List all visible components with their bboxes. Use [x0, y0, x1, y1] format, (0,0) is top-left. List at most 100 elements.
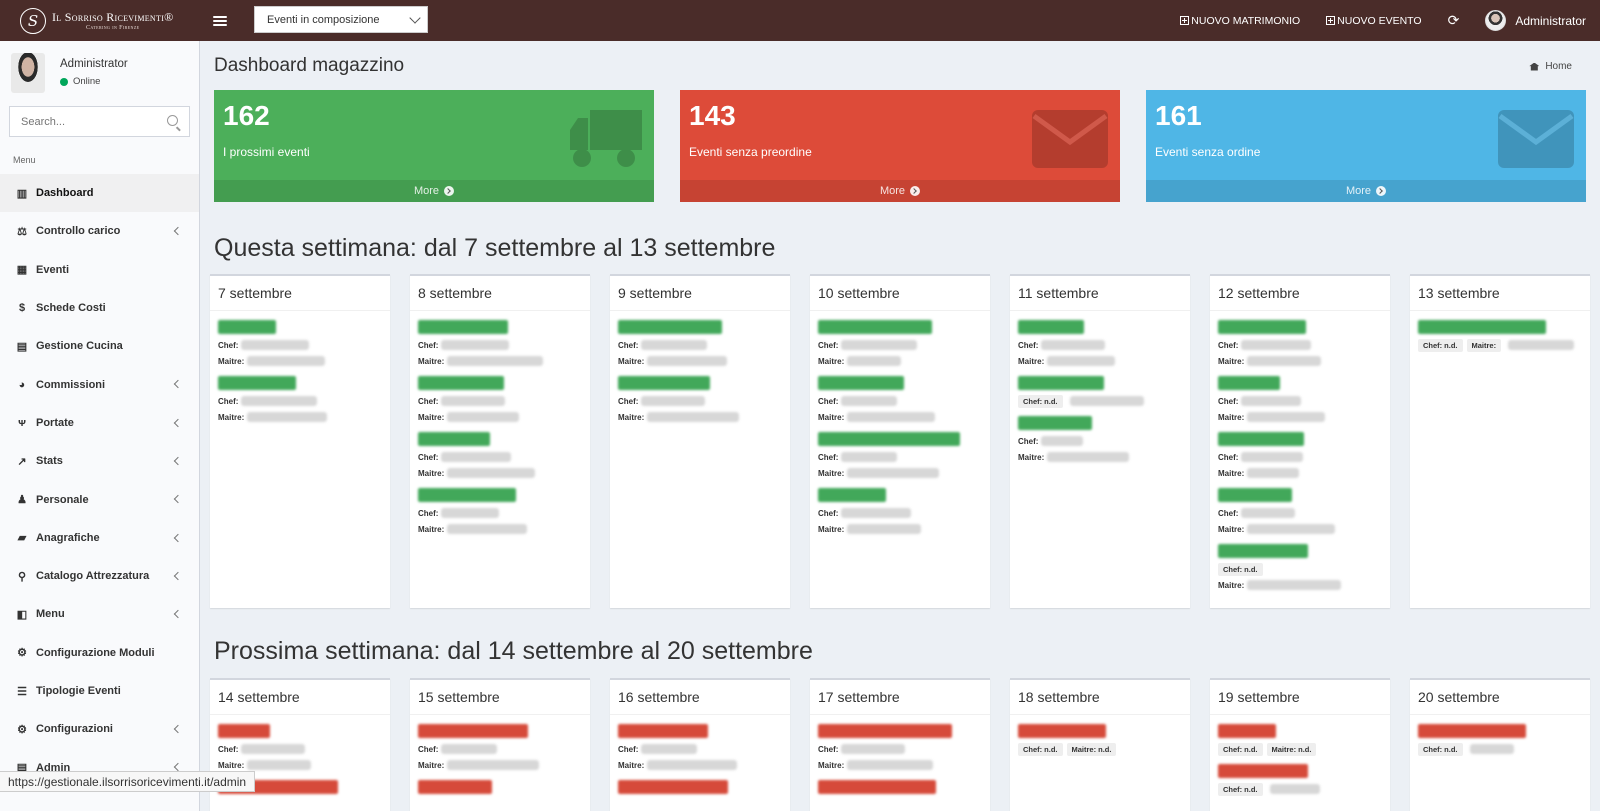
event-name-link[interactable]	[218, 724, 270, 738]
role-tag-label: Chef:	[1423, 340, 1443, 350]
event-name-link[interactable]	[818, 724, 952, 738]
new-event-button[interactable]: NUOVO EVENTO	[1326, 15, 1422, 27]
event-name-link[interactable]	[618, 320, 722, 334]
sidebar-nav: ▥ Dashboard ⚖ Controllo carico ▦ Eventi $ Sched…	[0, 174, 199, 787]
event-name-link[interactable]	[1218, 432, 1304, 446]
sidebar-item-controllo-carico[interactable]: ⚖ Controllo carico	[0, 212, 199, 250]
sidebar-item-eventi[interactable]: ▦ Eventi	[0, 251, 199, 289]
event-name-link[interactable]	[1018, 724, 1106, 738]
event-detail-row: Chef:	[818, 337, 982, 353]
maitre-label: Maitre:	[218, 412, 245, 422]
sidebar-item-dashboard[interactable]: ▥ Dashboard	[0, 174, 199, 213]
event-detail-row: Maitre:	[818, 757, 982, 773]
event-item: Chef: n.d. Maitre:	[1418, 320, 1582, 353]
event-name-link[interactable]	[418, 488, 516, 502]
event-name-link[interactable]	[618, 724, 708, 738]
maitre-label: Maitre:	[818, 356, 845, 366]
redacted-value	[241, 744, 306, 754]
redacted-value	[247, 356, 326, 366]
event-name-link[interactable]	[1018, 416, 1092, 430]
sidebar-item-label: Anagrafiche	[36, 531, 100, 544]
event-name-link[interactable]	[1218, 544, 1308, 558]
event-name-link[interactable]	[618, 780, 728, 794]
redacted-value	[841, 508, 912, 518]
breadcrumb[interactable]: Home	[1529, 61, 1572, 72]
event-name-link[interactable]	[218, 320, 276, 334]
maitre-label: Maitre:	[618, 760, 645, 770]
event-item: Chef: Maitre:	[618, 724, 782, 773]
event-name-link[interactable]	[418, 780, 492, 794]
event-detail-row: Chef: n.d.	[1218, 561, 1382, 577]
more-link[interactable]: More	[680, 180, 1120, 202]
event-name-link[interactable]	[618, 376, 710, 390]
sidebar-toggle-icon[interactable]	[213, 15, 227, 26]
sidebar-item-anagrafiche[interactable]: ▰ Anagrafiche	[0, 519, 199, 557]
event-name-link[interactable]	[1218, 488, 1292, 502]
day-card: 8 settembre Chef: Maitre: Chef: Maitre: Chef:…	[410, 274, 590, 608]
event-name-link[interactable]	[1218, 764, 1308, 778]
day-card: 13 settembre Chef: n.d. Maitre:	[1410, 274, 1590, 608]
event-name-link[interactable]	[818, 780, 936, 794]
week-title-current: Questa settimana: dal 7 settembre al 13 …	[214, 234, 776, 262]
chef-label: Chef:	[618, 396, 639, 406]
more-link[interactable]: More	[1146, 180, 1586, 202]
new-wedding-button[interactable]: NUOVO MATRIMONIO	[1180, 15, 1300, 27]
event-detail-row: Chef: n.d.	[1218, 781, 1382, 797]
sidebar-item-personale[interactable]: ♟ Personale	[0, 480, 199, 518]
event-name-link[interactable]	[1018, 376, 1104, 390]
event-name-link[interactable]	[818, 376, 904, 390]
event-name-link[interactable]	[418, 320, 508, 334]
maitre-label: Maitre:	[1018, 452, 1045, 462]
event-detail-row: Chef:	[818, 505, 982, 521]
user-menu[interactable]: Administrator	[1485, 10, 1586, 31]
sidebar-item-configurazioni[interactable]: ⚙ Configurazioni	[0, 710, 199, 748]
brand-logo[interactable]: S Il Sorriso Ricevimenti® Catering in Fi…	[0, 0, 200, 41]
role-tag: Maitre: n.d.	[1266, 742, 1317, 756]
chef-label: Chef:	[1218, 452, 1239, 462]
search-input[interactable]	[10, 107, 160, 136]
event-filter-select[interactable]: Eventi in composizione	[254, 6, 428, 33]
event-name-link[interactable]	[818, 432, 960, 446]
event-name-link[interactable]	[1418, 320, 1546, 334]
event-detail-row: Maitre:	[218, 409, 382, 425]
role-tag-label: Chef:	[1423, 744, 1443, 754]
refresh-icon[interactable]: ⟳	[1448, 12, 1460, 29]
sidebar-item-configurazione-moduli[interactable]: ⚙ Configurazione Moduli	[0, 634, 199, 672]
search-icon[interactable]	[167, 115, 178, 126]
event-name-link[interactable]	[1018, 320, 1084, 334]
event-name-link[interactable]	[418, 724, 528, 738]
sidebar-item-portate[interactable]: ᴪ Portate	[0, 404, 199, 442]
sidebar-item-schede-costi[interactable]: $ Schede Costi	[0, 289, 199, 327]
event-name-link[interactable]	[1418, 724, 1526, 738]
event-name-link[interactable]	[1218, 320, 1306, 334]
event-item: Chef: Maitre:	[1218, 376, 1382, 425]
sidebar-item-label: Configurazione Moduli	[36, 646, 155, 659]
event-detail-row: Maitre:	[818, 353, 982, 369]
logo-emblem: S	[20, 7, 46, 34]
day-title: 13 settembre	[1410, 276, 1590, 311]
maitre-label: Maitre:	[818, 412, 845, 422]
day-card: 18 settembre Chef: n.d. Maitre: n.d.	[1010, 678, 1190, 811]
event-name-link[interactable]	[418, 376, 504, 390]
sidebar-item-catalogo-attrezzatura[interactable]: ⚲ Catalogo Attrezzatura	[0, 557, 199, 595]
sidebar-item-stats[interactable]: ↗ Stats	[0, 442, 199, 480]
day-events: Chef: Maitre: Chef: Maitre:	[610, 311, 790, 440]
sidebar-item-menu[interactable]: ◧ Menu	[0, 595, 199, 633]
event-name-link[interactable]	[1218, 724, 1276, 738]
sidebar-item-commissioni[interactable]: ◕ Commissioni	[0, 365, 199, 403]
sidebar-item-tipologie-eventi[interactable]: ☰ Tipologie Eventi	[0, 672, 199, 710]
redacted-value	[841, 340, 918, 350]
sidebar-item-gestione-cucina[interactable]: ▤ Gestione Cucina	[0, 327, 199, 365]
event-name-link[interactable]	[818, 488, 886, 502]
event-name-link[interactable]	[218, 376, 296, 390]
event-name-link[interactable]	[418, 432, 490, 446]
role-tag-value: n.d.	[1098, 744, 1112, 754]
event-name-link[interactable]	[1218, 376, 1280, 390]
redacted-value	[847, 760, 934, 770]
event-name-link[interactable]	[818, 320, 932, 334]
sidebar-item-label: Personale	[36, 493, 89, 506]
redacted-value	[641, 744, 698, 754]
event-detail-row: Maitre:	[618, 353, 782, 369]
more-link[interactable]: More	[214, 180, 654, 202]
redacted-value	[1247, 356, 1322, 366]
